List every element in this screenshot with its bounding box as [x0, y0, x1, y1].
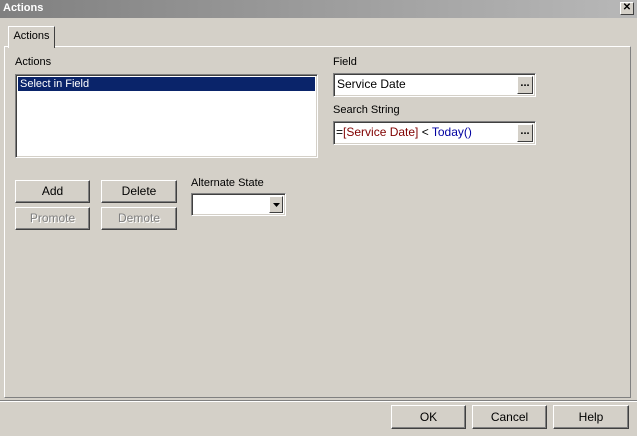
- footer-separator: [0, 400, 637, 402]
- ok-button[interactable]: OK: [391, 405, 466, 429]
- help-button[interactable]: Help: [553, 405, 629, 429]
- tab-actions[interactable]: Actions: [8, 26, 55, 48]
- title-bar: Actions ✕: [0, 0, 637, 18]
- cancel-button[interactable]: Cancel: [472, 405, 547, 429]
- window-title: Actions: [3, 2, 44, 14]
- close-icon[interactable]: ✕: [620, 2, 634, 15]
- tab-panel: [4, 46, 631, 398]
